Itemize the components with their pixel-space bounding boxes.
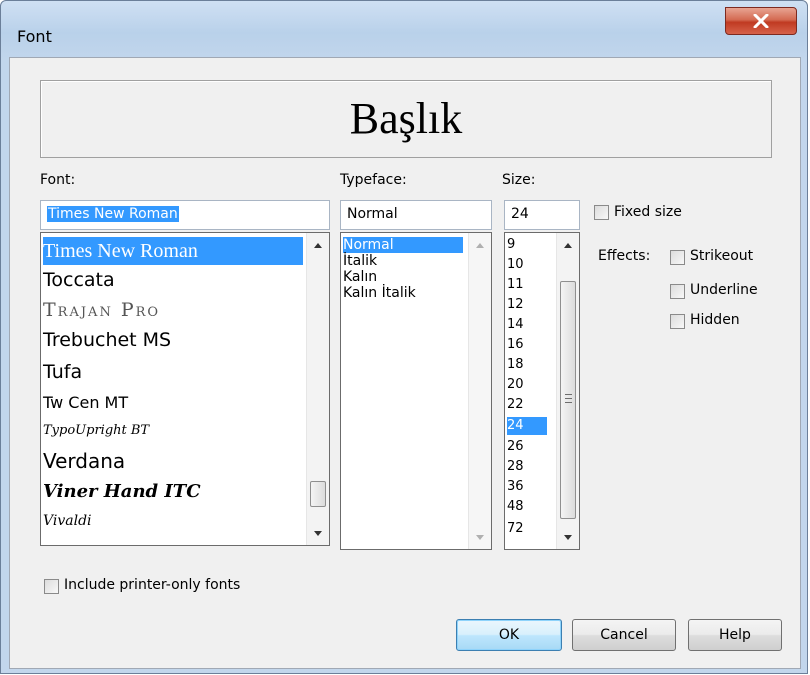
hidden-checkbox[interactable] [670,314,685,329]
fixed-size-label: Fixed size [614,204,682,220]
help-button[interactable]: Help [688,619,782,651]
ok-button-label: OK [498,627,520,643]
typeface-input[interactable]: Normal [340,200,492,230]
font-list-item-trajan-pro[interactable]: Trajan Pro [43,299,160,321]
arrow-up-icon [314,242,322,248]
typeface-value: Normal [347,206,398,222]
cancel-button[interactable]: Cancel [572,619,676,651]
printer-only-fonts-label: Include printer-only fonts [64,577,241,593]
size-list-item[interactable]: 18 [507,357,524,372]
preview-text: Başlık [349,94,463,143]
size-list-scroll-down-arrow[interactable] [557,527,579,547]
size-list-scroll-thumb[interactable] [560,281,576,519]
thumb-grip [565,402,572,403]
font-dialog-window: Font Başlık Font: Typeface: Size: Times … [0,0,808,674]
size-value: 24 [511,206,529,222]
typeface-label: Typeface: [340,172,407,188]
font-list-scroll-up-arrow[interactable] [307,235,329,255]
font-list[interactable]: Times New Roman Toccata Trajan Pro Trebu… [40,232,330,546]
size-list-item[interactable]: 12 [507,297,524,312]
font-list-item-typoupright-bt[interactable]: TypoUpright BT [43,423,149,438]
font-list-scrollbar[interactable] [306,233,329,545]
size-input[interactable]: 24 [504,200,580,230]
size-list-scroll-up-arrow[interactable] [557,235,579,255]
thumb-grip [565,394,572,395]
size-list-item[interactable]: 20 [507,377,524,392]
font-list-item-verdana[interactable]: Verdana [43,449,125,473]
size-list-item[interactable]: 26 [507,439,524,454]
close-icon [753,14,769,28]
size-list-scrollbar[interactable] [556,233,579,549]
arrow-down-icon [314,530,322,536]
arrow-up-icon [564,242,572,248]
underline-checkbox[interactable] [670,284,685,299]
strikeout-label: Strikeout [690,248,754,264]
font-list-item-viner-hand-itc[interactable]: Viner Hand ITC [43,481,201,502]
font-list-item-times-new-roman[interactable]: Times New Roman [43,237,303,265]
size-list-item[interactable]: 36 [507,479,524,494]
font-name-value: Times New Roman [47,206,179,222]
font-list-scroll-thumb[interactable] [310,481,326,507]
size-list-item[interactable]: 22 [507,397,524,412]
font-list-scroll-down-arrow[interactable] [307,523,329,543]
size-list-item[interactable]: 48 [507,499,524,514]
size-list-item[interactable]: 28 [507,459,524,474]
printer-only-fonts-checkbox[interactable] [44,579,59,594]
size-list-item[interactable]: 9 [507,237,515,252]
size-list-item[interactable]: 11 [507,277,524,292]
ok-button[interactable]: OK [456,619,562,651]
font-preview: Başlık [40,80,772,158]
typeface-list-item-kalin[interactable]: Kalın [343,269,377,285]
size-list-item-selected[interactable]: 24 [507,417,547,435]
arrow-down-icon [476,534,484,540]
typeface-list[interactable]: Normal İtalik Kalın Kalın İtalik [340,232,492,550]
font-list-item-tw-cen-mt[interactable]: Tw Cen MT [43,393,128,412]
font-list-item-tufa[interactable]: Tufa [43,361,82,383]
dialog-body: Başlık Font: Typeface: Size: Times New R… [9,57,801,669]
effects-label: Effects: [598,248,651,264]
typeface-list-item-kalin-italik[interactable]: Kalın İtalik [343,285,416,301]
typeface-list-item-italik[interactable]: İtalik [343,253,377,269]
size-list-item[interactable]: 72 [507,521,524,536]
font-label: Font: [40,172,76,188]
fixed-size-checkbox[interactable] [594,205,609,220]
title-bar[interactable]: Font [1,1,807,57]
typeface-list-scrollbar[interactable] [468,233,491,549]
window-title: Font [17,27,52,46]
typeface-list-item-normal[interactable]: Normal [343,237,463,253]
font-list-item-toccata[interactable]: Toccata [43,269,115,291]
size-list[interactable]: 9 10 11 12 14 16 18 20 22 24 26 28 36 48… [504,232,580,550]
font-list-item-trebuchet-ms[interactable]: Trebuchet MS [43,329,171,351]
size-list-item[interactable]: 16 [507,337,524,352]
thumb-grip [565,398,572,399]
arrow-up-icon [476,242,484,248]
font-name-input[interactable]: Times New Roman [40,200,330,230]
strikeout-checkbox[interactable] [670,250,685,265]
help-button-label: Help [719,627,751,643]
close-button[interactable] [725,7,797,35]
hidden-label: Hidden [690,312,740,328]
typeface-list-scroll-up-arrow[interactable] [469,235,491,255]
size-list-item[interactable]: 14 [507,317,524,332]
size-list-item[interactable]: 10 [507,257,524,272]
arrow-down-icon [564,534,572,540]
font-list-item-vivaldi[interactable]: Vivaldi [43,513,92,529]
typeface-list-scroll-down-arrow[interactable] [469,527,491,547]
cancel-button-label: Cancel [600,627,648,643]
size-label: Size: [502,172,536,188]
underline-label: Underline [690,282,758,298]
